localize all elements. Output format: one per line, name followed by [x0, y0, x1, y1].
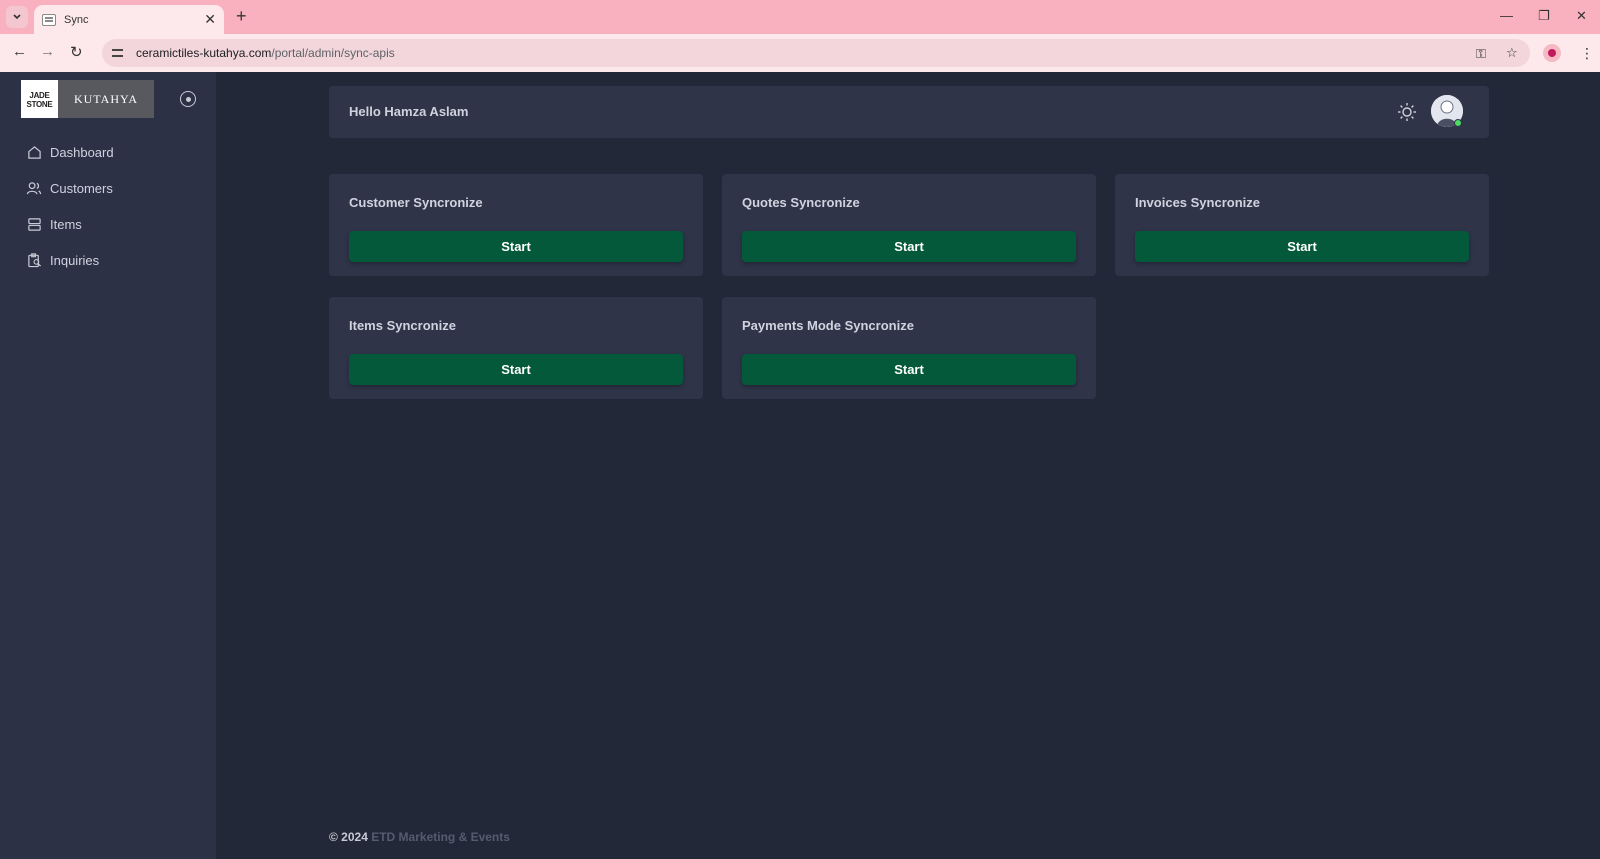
- close-tab-icon[interactable]: ✕: [204, 11, 216, 28]
- users-icon: [26, 180, 42, 196]
- greeting-text: Hello Hamza Aslam: [349, 104, 469, 119]
- start-items-sync-button[interactable]: Start: [349, 354, 683, 385]
- tab-search-button[interactable]: [6, 6, 28, 28]
- sun-icon[interactable]: [1397, 102, 1417, 122]
- sidebar-nav: Dashboard Customers Items Inquiries: [0, 134, 216, 278]
- chevron-down-icon: [13, 14, 21, 20]
- online-status-badge: [1454, 119, 1462, 127]
- browser-toolbar: ← → ↻ ceramictiles-kutahya.com/portal/ad…: [0, 34, 1600, 72]
- footer-copyright: © 2024: [329, 830, 368, 844]
- logo-jade-stone: JADE STONE: [21, 80, 58, 118]
- footer: © 2024 ETD Marketing & Events: [329, 830, 510, 844]
- start-payments-mode-sync-button[interactable]: Start: [742, 354, 1076, 385]
- sidebar: JADE STONE KUTAHYA Dashboard Customers I…: [0, 72, 216, 859]
- bookmark-star-icon[interactable]: ☆: [1506, 45, 1518, 61]
- sync-card-quotes: Quotes Syncronize Start: [722, 174, 1096, 276]
- sync-card-invoices: Invoices Syncronize Start: [1115, 174, 1489, 276]
- sync-card-payments-mode: Payments Mode Syncronize Start: [722, 297, 1096, 399]
- site-info-icon[interactable]: [110, 45, 126, 61]
- home-icon: [26, 144, 42, 160]
- sidebar-item-items[interactable]: Items: [0, 206, 216, 242]
- sidebar-item-label: Dashboard: [50, 144, 114, 160]
- new-tab-icon[interactable]: +: [236, 6, 247, 26]
- sync-card-customer: Customer Syncronize Start: [329, 174, 703, 276]
- start-invoices-sync-button[interactable]: Start: [1135, 231, 1469, 262]
- top-header: Hello Hamza Aslam: [329, 86, 1489, 138]
- sidebar-item-customers[interactable]: Customers: [0, 170, 216, 206]
- browser-tab-bar: Sync ✕ + — ❐ ✕: [0, 0, 1600, 34]
- sidebar-toggle-icon[interactable]: [180, 91, 196, 107]
- sidebar-item-label: Inquiries: [50, 252, 100, 268]
- clipboard-search-icon: [26, 252, 42, 268]
- card-title: Payments Mode Syncronize: [742, 318, 914, 333]
- address-bar[interactable]: ceramictiles-kutahya.com/portal/admin/sy…: [102, 39, 1530, 67]
- minimize-icon[interactable]: —: [1500, 8, 1513, 23]
- sidebar-item-dashboard[interactable]: Dashboard: [0, 134, 216, 170]
- restore-icon[interactable]: ❐: [1538, 8, 1550, 24]
- page-favicon-icon: [42, 13, 56, 26]
- sidebar-item-label: Items: [50, 216, 82, 232]
- password-key-icon[interactable]: ⚿: [1476, 46, 1486, 62]
- logo-kutahya: KUTAHYA: [58, 80, 154, 118]
- tab-title: Sync: [64, 13, 89, 26]
- sidebar-item-inquiries[interactable]: Inquiries: [0, 242, 216, 278]
- card-title: Customer Syncronize: [349, 195, 483, 210]
- start-customer-sync-button[interactable]: Start: [349, 231, 683, 262]
- card-title: Items Syncronize: [349, 318, 456, 333]
- more-menu-icon[interactable]: ⋮: [1580, 45, 1594, 62]
- close-window-icon[interactable]: ✕: [1576, 8, 1587, 24]
- browser-tab[interactable]: Sync ✕: [34, 5, 224, 34]
- reload-icon[interactable]: ↻: [70, 43, 83, 61]
- start-quotes-sync-button[interactable]: Start: [742, 231, 1076, 262]
- sidebar-item-label: Customers: [50, 180, 113, 196]
- sync-card-items: Items Syncronize Start: [329, 297, 703, 399]
- url-text: ceramictiles-kutahya.com/portal/admin/sy…: [136, 46, 395, 60]
- profile-icon[interactable]: [1543, 44, 1561, 62]
- footer-brand-link[interactable]: ETD Marketing & Events: [371, 830, 510, 844]
- forward-icon[interactable]: →: [40, 43, 55, 60]
- company-logo[interactable]: JADE STONE KUTAHYA: [21, 80, 154, 118]
- back-icon[interactable]: ←: [12, 43, 27, 60]
- card-title: Quotes Syncronize: [742, 195, 860, 210]
- database-icon: [26, 216, 42, 232]
- card-title: Invoices Syncronize: [1135, 195, 1260, 210]
